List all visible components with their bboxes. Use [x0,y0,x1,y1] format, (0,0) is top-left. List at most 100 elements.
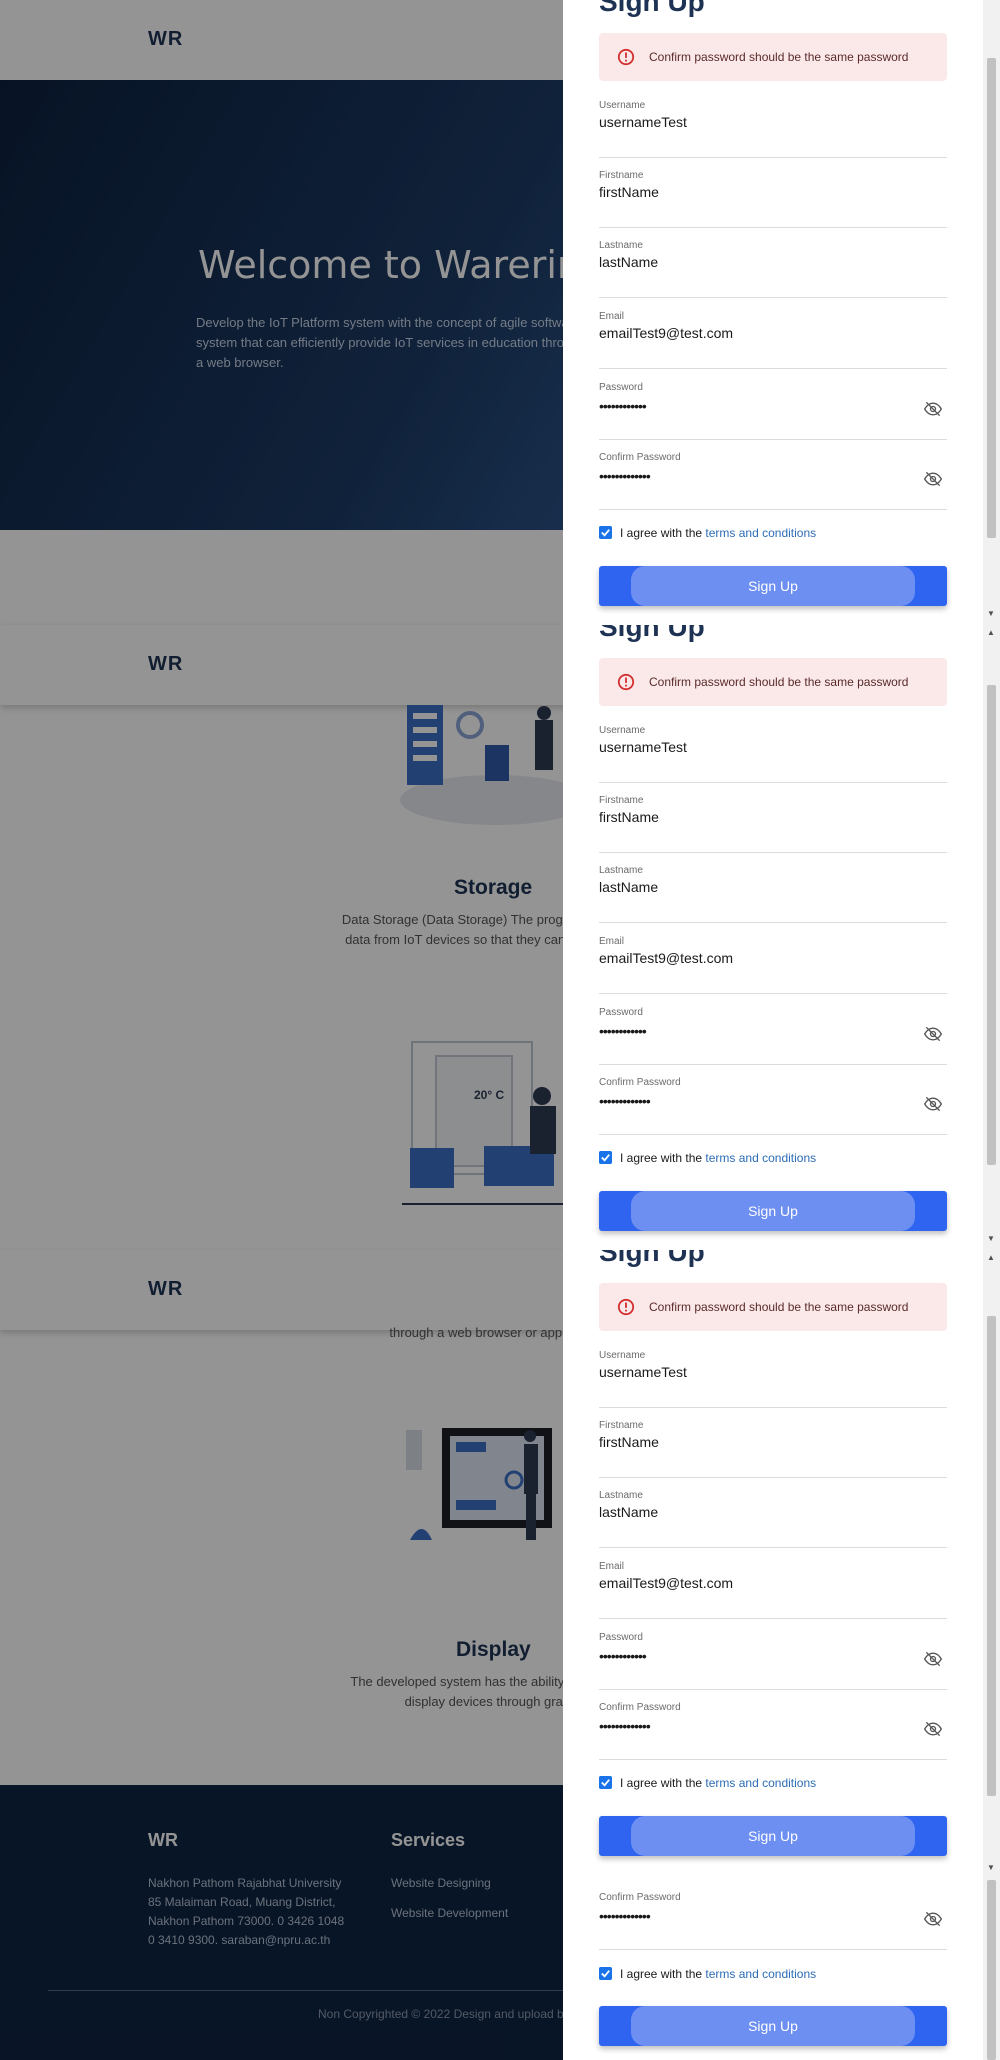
terms-row: I agree with the terms and conditions [599,1149,947,1167]
email-input[interactable]: emailTest9@test.com [599,325,733,341]
signup-button[interactable]: Sign Up [599,1191,947,1231]
scrollbar-thumb[interactable] [987,685,996,1165]
eye-off-icon[interactable] [923,1649,943,1669]
confirm-password-field[interactable]: Confirm Password ••••••••••••• [599,1077,947,1135]
username-label: Username [599,1350,646,1361]
scrollbar-thumb[interactable] [987,58,996,538]
terms-link[interactable]: terms and conditions [705,1151,816,1165]
signup-button-label: Sign Up [748,1828,798,1844]
error-icon [617,673,635,691]
firstname-field[interactable]: Firstname firstName [599,795,947,853]
scrollbar-thumb[interactable] [987,1880,996,2060]
scroll-down-arrow-icon[interactable]: ▼ [987,610,995,618]
email-label: Email [599,311,625,322]
terms-checkbox[interactable] [599,1776,612,1789]
error-alert-text: Confirm password should be the same pass… [649,1300,909,1314]
email-field[interactable]: Email emailTest9@test.com [599,311,947,369]
terms-link[interactable]: terms and conditions [705,1967,816,1981]
lastname-field[interactable]: Lastname lastName [599,865,947,923]
email-input[interactable]: emailTest9@test.com [599,1575,733,1591]
error-icon [617,48,635,66]
password-field[interactable]: Password •••••••••••• [599,1007,947,1065]
scroll-up-arrow-icon[interactable]: ▲ [987,629,995,637]
terms-row: I agree with the terms and conditions [599,524,947,542]
terms-prefix: I agree with the [620,1967,703,1981]
firstname-label: Firstname [599,1420,644,1431]
signup-title: Sign Up [599,625,705,642]
username-input[interactable]: usernameTest [599,1364,687,1380]
scroll-up-arrow-icon[interactable]: ▲ [987,1254,995,1262]
terms-checkbox[interactable] [599,1967,612,1980]
eye-off-icon[interactable] [923,399,943,419]
confirm-password-label: Confirm Password [599,1892,681,1903]
signup-button[interactable]: Sign Up [599,1816,947,1856]
drawer-scrollbar[interactable]: ▲ ▼ [983,625,1000,1250]
scroll-down-arrow-icon[interactable]: ▼ [987,1864,995,1872]
error-alert: Confirm password should be the same pass… [599,33,947,81]
firstname-field[interactable]: Firstname firstName [599,1420,947,1478]
scrollbar-thumb[interactable] [987,1316,996,1796]
terms-text: I agree with the terms and conditions [620,1151,816,1165]
firstname-input[interactable]: firstName [599,809,659,825]
terms-checkbox[interactable] [599,1151,612,1164]
drawer-scrollbar[interactable]: ▲ ▼ [983,1250,1000,1880]
confirm-password-field[interactable]: Confirm Password ••••••••••••• [599,1892,947,1950]
eye-off-icon[interactable] [923,1024,943,1044]
terms-text: I agree with the terms and conditions [620,1776,816,1790]
password-input[interactable]: •••••••••••• [599,398,647,414]
eye-off-icon[interactable] [923,469,943,489]
email-input[interactable]: emailTest9@test.com [599,950,733,966]
firstname-input[interactable]: firstName [599,1434,659,1450]
scroll-down-arrow-icon[interactable]: ▼ [987,1235,995,1243]
confirm-password-input[interactable]: ••••••••••••• [599,1093,651,1109]
lastname-input[interactable]: lastName [599,254,658,270]
username-label: Username [599,725,646,736]
username-field[interactable]: Username usernameTest [599,1350,947,1408]
firstname-label: Firstname [599,170,644,181]
email-label: Email [599,936,625,947]
username-input[interactable]: usernameTest [599,114,687,130]
password-input[interactable]: •••••••••••• [599,1023,647,1039]
error-alert: Confirm password should be the same pass… [599,658,947,706]
username-input[interactable]: usernameTest [599,739,687,755]
signup-button-label: Sign Up [748,2018,798,2034]
lastname-label: Lastname [599,1490,643,1501]
terms-link[interactable]: terms and conditions [705,526,816,540]
terms-prefix: I agree with the [620,526,703,540]
lastname-input[interactable]: lastName [599,879,658,895]
email-field[interactable]: Email emailTest9@test.com [599,1561,947,1619]
eye-off-icon[interactable] [923,1909,943,1929]
error-alert-text: Confirm password should be the same pass… [649,675,909,689]
firstname-input[interactable]: firstName [599,184,659,200]
confirm-password-field[interactable]: Confirm Password ••••••••••••• [599,452,947,510]
signup-button[interactable]: Sign Up [599,566,947,606]
email-field[interactable]: Email emailTest9@test.com [599,936,947,994]
firstname-label: Firstname [599,795,644,806]
confirm-password-input[interactable]: ••••••••••••• [599,468,651,484]
password-input[interactable]: •••••••••••• [599,1648,647,1664]
drawer-scrollbar[interactable] [983,1880,1000,2060]
password-field[interactable]: Password •••••••••••• [599,382,947,440]
signup-title: Sign Up [599,0,705,17]
lastname-field[interactable]: Lastname lastName [599,1490,947,1548]
password-field[interactable]: Password •••••••••••• [599,1632,947,1690]
terms-text: I agree with the terms and conditions [620,526,816,540]
username-field[interactable]: Username usernameTest [599,100,947,158]
terms-link[interactable]: terms and conditions [705,1776,816,1790]
confirm-password-input[interactable]: ••••••••••••• [599,1718,651,1734]
signup-drawer: Sign Up Confirm password should be the s… [563,625,983,1250]
lastname-field[interactable]: Lastname lastName [599,240,947,298]
eye-off-icon[interactable] [923,1719,943,1739]
signup-button[interactable]: Sign Up [599,2006,947,2046]
username-field[interactable]: Username usernameTest [599,725,947,783]
terms-checkbox[interactable] [599,526,612,539]
confirm-password-input[interactable]: ••••••••••••• [599,1908,651,1924]
terms-prefix: I agree with the [620,1776,703,1790]
firstname-field[interactable]: Firstname firstName [599,170,947,228]
lastname-input[interactable]: lastName [599,1504,658,1520]
confirm-password-field[interactable]: Confirm Password ••••••••••••• [599,1702,947,1760]
email-label: Email [599,1561,625,1572]
drawer-scrollbar[interactable]: ▼ [983,0,1000,625]
eye-off-icon[interactable] [923,1094,943,1114]
lastname-label: Lastname [599,240,643,251]
